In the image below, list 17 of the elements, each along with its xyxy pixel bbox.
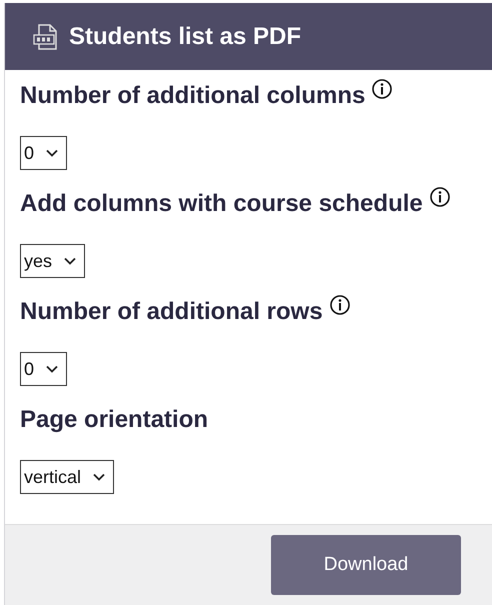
download-button[interactable]: Download	[271, 535, 461, 595]
chevron-down-icon	[64, 257, 76, 265]
field-label: Number of additional rows	[20, 298, 323, 326]
dropdown-select[interactable]: yes	[20, 244, 86, 278]
chevron-down-icon	[46, 365, 58, 373]
dropdown-select[interactable]: vertical	[20, 460, 114, 494]
dropdown-select[interactable]: 0	[20, 136, 68, 170]
chevron-down-icon	[93, 473, 106, 481]
dropdown-select[interactable]: 0	[20, 352, 68, 386]
chevron-down-icon	[46, 149, 58, 157]
panel-title: Students list as PDF	[69, 22, 302, 50]
info-icon[interactable]	[371, 78, 394, 100]
info-icon[interactable]	[428, 186, 451, 208]
field-label: Add columns with course schedule	[20, 190, 423, 218]
info-icon[interactable]	[328, 294, 351, 316]
field-label: Number of additional columns	[20, 82, 366, 110]
field-label: Page orientation	[20, 406, 208, 434]
